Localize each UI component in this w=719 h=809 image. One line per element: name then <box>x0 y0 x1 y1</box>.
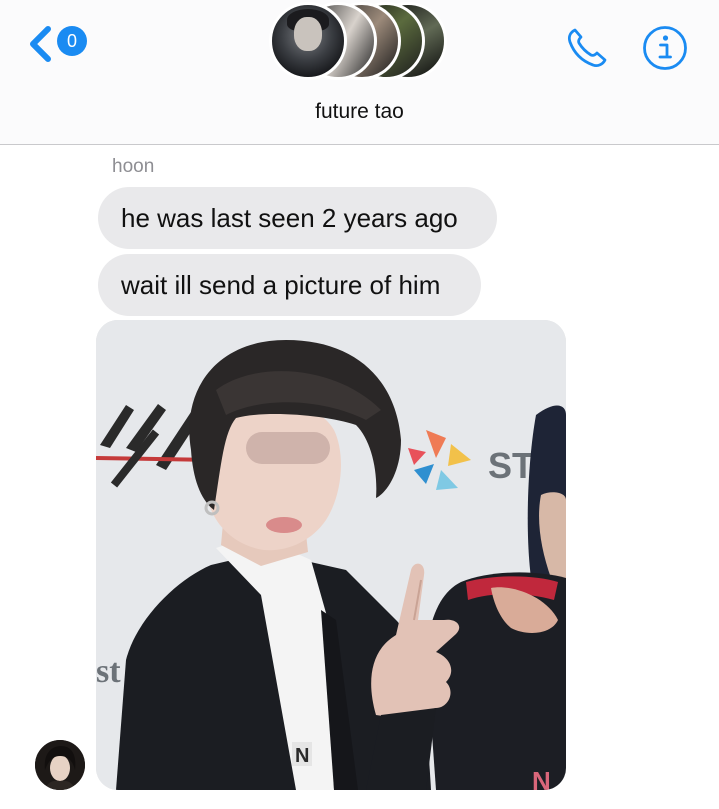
conversation-title[interactable]: future tao <box>0 100 719 124</box>
backdrop-logo-text: ST <box>488 445 534 486</box>
conversation-header: 0 future tao <box>0 0 719 145</box>
unread-count-badge: 0 <box>57 26 87 56</box>
sender-avatar[interactable] <box>35 740 85 790</box>
sender-name: hoon <box>112 156 155 177</box>
phone-icon <box>567 28 607 68</box>
avatar <box>269 2 347 80</box>
info-button[interactable] <box>641 24 689 72</box>
group-avatar-stack[interactable] <box>269 0 459 84</box>
info-icon <box>643 26 687 70</box>
backdrop-text: st <box>96 653 121 690</box>
message-bubble[interactable]: wait ill send a picture of him <box>98 254 481 316</box>
chevron-left-icon <box>30 26 51 62</box>
svg-text:N: N <box>532 766 551 790</box>
photo-message[interactable]: ST st N N <box>96 320 566 790</box>
call-button[interactable] <box>562 24 610 72</box>
back-button[interactable]: 0 <box>28 22 92 66</box>
jacket-badge-letter: N <box>295 745 309 767</box>
message-bubble[interactable]: he was last seen 2 years ago <box>98 187 497 249</box>
